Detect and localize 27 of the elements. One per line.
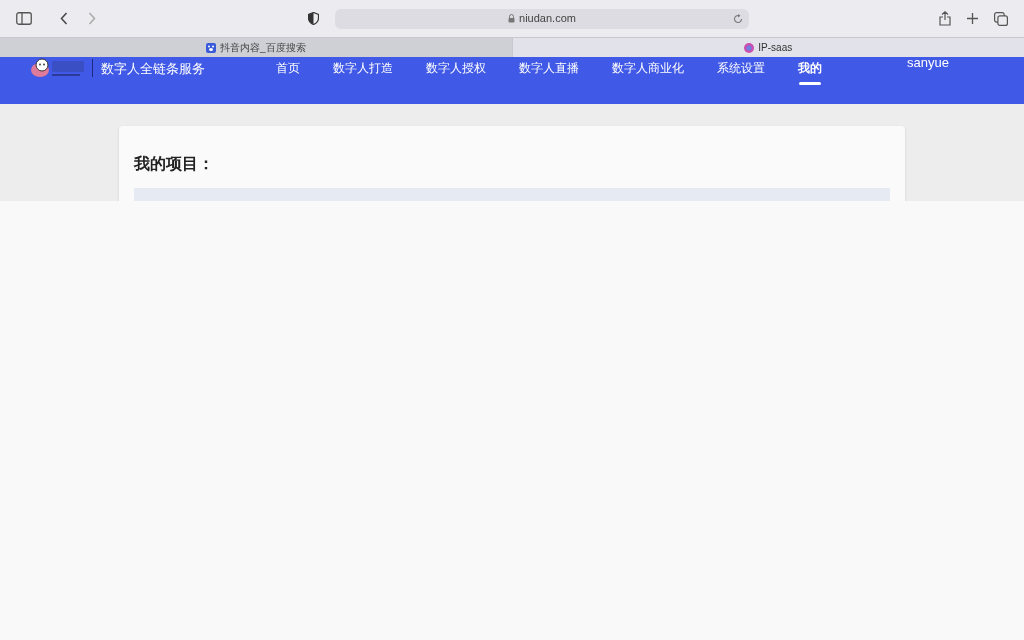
nav-link[interactable]: 数字人授权 bbox=[426, 59, 486, 77]
plus-icon[interactable] bbox=[967, 13, 978, 24]
address-text: niudan.com bbox=[519, 11, 576, 27]
shield-icon[interactable] bbox=[308, 12, 319, 25]
address-field[interactable]: niudan.com bbox=[335, 8, 749, 29]
active-underline bbox=[799, 82, 821, 85]
nav-link[interactable]: 系统设置 bbox=[717, 59, 765, 77]
nav-link[interactable]: 数字人打造 bbox=[333, 59, 393, 77]
sidebar-icon[interactable] bbox=[16, 12, 32, 25]
paw-icon bbox=[205, 42, 216, 53]
card-title: 我的项目： bbox=[134, 154, 215, 174]
nav-link[interactable]: 我的 bbox=[798, 59, 822, 77]
site-tagline: 数字人全链条服务 bbox=[101, 60, 205, 78]
logo-icon bbox=[30, 57, 86, 79]
browser-tab[interactable]: 抖音内容_百度搜索 bbox=[0, 37, 513, 57]
globe-icon bbox=[744, 42, 755, 53]
tab-title: 抖音内容_百度搜索 bbox=[219, 41, 306, 55]
reload-icon[interactable] bbox=[733, 13, 743, 24]
tab-title: IP-saas bbox=[758, 41, 793, 55]
back-icon[interactable] bbox=[60, 12, 68, 25]
tabs-overview-icon[interactable] bbox=[994, 11, 1008, 26]
nav-link[interactable]: 数字人直播 bbox=[519, 59, 579, 77]
lock-icon bbox=[508, 14, 516, 23]
browser-tab[interactable]: IP-saas bbox=[512, 37, 1024, 57]
nav-link[interactable]: 数字人商业化 bbox=[612, 59, 684, 77]
share-icon[interactable] bbox=[939, 11, 951, 26]
nav-link[interactable]: 首页 bbox=[276, 59, 300, 77]
